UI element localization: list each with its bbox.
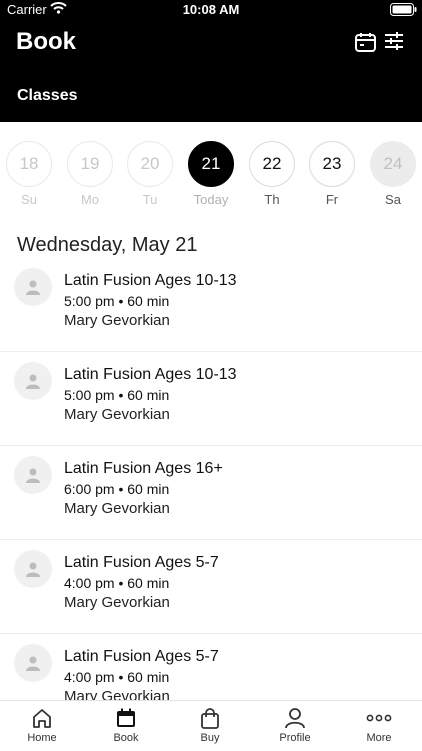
day-label: Today [193,192,229,207]
day-label: Mo [80,192,100,207]
status-time: 10:08 AM [182,2,240,17]
day-th[interactable]: 22 Th [249,141,295,207]
class-name: Latin Fusion Ages 10-13 [64,272,237,289]
class-instructor: Mary Gevorkian [64,594,170,611]
tab-label: Book [113,732,139,744]
status-bar: Carrier 10:08 AM [0,0,422,20]
page-title: Book [16,28,76,55]
instructor-avatar [14,268,52,306]
battery-icon [390,3,417,16]
day-number: 20 [127,141,173,187]
day-fr[interactable]: 23 Fr [309,141,355,207]
instructor-avatar [14,644,52,682]
class-row[interactable]: Latin Fusion Ages 16+ 6:00 pm • 60 min M… [0,446,422,540]
tab-bar: Home Book Buy Profile More [0,700,422,751]
class-time: 6:00 pm • 60 min [64,481,170,497]
instructor-avatar [14,550,52,588]
shopping-bag-icon [201,708,219,729]
date-heading: Wednesday, May 21 [17,234,198,256]
person-icon [26,562,40,577]
day-number: 24 [370,141,416,187]
tab-more[interactable]: More [337,707,421,744]
day-label: Su [21,192,37,207]
tab-label: Buy [200,732,220,744]
day-tu[interactable]: 20 Tu [127,141,173,207]
day-number: 23 [309,141,355,187]
tab-book[interactable]: Book [84,707,168,744]
tab-profile[interactable]: Profile [253,707,337,744]
class-row[interactable]: Latin Fusion Ages 10-13 5:00 pm • 60 min… [0,352,422,446]
tab-label: Profile [279,732,311,744]
day-su[interactable]: 18 Su [6,141,52,207]
person-icon [26,656,40,671]
class-name: Latin Fusion Ages 10-13 [64,366,237,383]
class-name: Latin Fusion Ages 5-7 [64,648,219,665]
day-label: Sa [385,192,401,207]
instructor-avatar [14,362,52,400]
class-time: 4:00 pm • 60 min [64,669,170,685]
person-icon [26,374,40,389]
profile-icon [285,708,305,729]
class-instructor: Mary Gevorkian [64,500,170,517]
day-label: Tu [142,192,158,207]
class-name: Latin Fusion Ages 16+ [64,460,223,477]
day-label: Th [264,192,280,207]
filter-sliders-icon[interactable] [385,32,403,50]
tab-home[interactable]: Home [0,707,84,744]
person-icon [26,468,40,483]
class-row[interactable]: Latin Fusion Ages 5-7 4:00 pm • 60 min M… [0,540,422,634]
class-row[interactable]: Latin Fusion Ages 10-13 5:00 pm • 60 min… [0,258,422,352]
day-number: 18 [6,141,52,187]
class-instructor: Mary Gevorkian [64,312,170,329]
calendar-icon[interactable] [355,32,376,52]
class-time: 4:00 pm • 60 min [64,575,170,591]
day-selector: 18 Su 19 Mo 20 Tu 21 Today 22 Th 23 Fr 2… [0,141,422,211]
class-time: 5:00 pm • 60 min [64,387,170,403]
day-number: 21 [188,141,234,187]
day-number: 22 [249,141,295,187]
day-mo[interactable]: 19 Mo [67,141,113,207]
class-time: 5:00 pm • 60 min [64,293,170,309]
class-list: Latin Fusion Ages 10-13 5:00 pm • 60 min… [0,258,422,728]
tab-label: More [366,732,392,744]
instructor-avatar [14,456,52,494]
class-instructor: Mary Gevorkian [64,406,170,423]
more-dots-icon [366,714,392,722]
day-label: Fr [325,192,339,207]
home-icon [33,709,51,728]
app-header: Carrier 10:08 AM Book Classes [0,0,422,122]
day-today[interactable]: 21 Today [188,141,234,207]
classes-tab-label[interactable]: Classes [17,87,78,105]
day-sa[interactable]: 24 Sa [370,141,416,207]
tab-buy[interactable]: Buy [168,707,252,744]
tab-label: Home [27,732,57,744]
day-number: 19 [67,141,113,187]
calendar-icon [117,708,135,727]
person-icon [26,280,40,295]
class-name: Latin Fusion Ages 5-7 [64,554,219,571]
